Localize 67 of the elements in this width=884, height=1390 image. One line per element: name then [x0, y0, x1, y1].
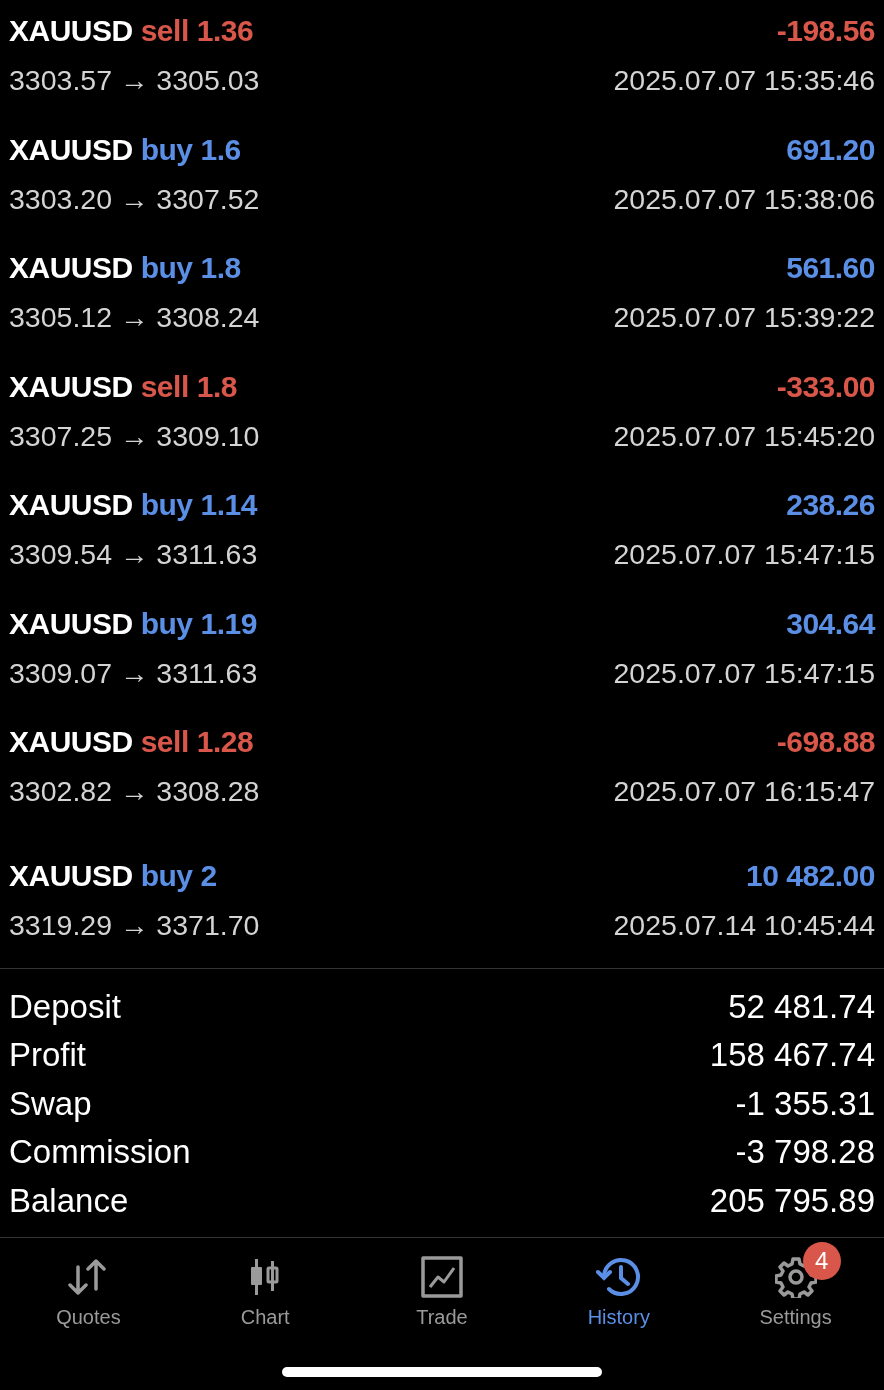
- profit: 238.26: [786, 488, 875, 522]
- tab[interactable]: Trade: [353, 1240, 531, 1333]
- prices: 3305.12 → 3308.24: [9, 301, 260, 334]
- deal-side: sell: [140, 725, 189, 759]
- line-chart-icon: [421, 1256, 463, 1298]
- summary-value: 205 795.89: [709, 1181, 875, 1220]
- deal-time: 2025.07.07 15:35:46: [613, 64, 875, 97]
- deal-side: buy: [140, 132, 193, 167]
- deal-time: 2025.07.07 15:38:06: [613, 182, 875, 216]
- profit: 304.64: [786, 606, 875, 641]
- summary-label: Profit: [9, 1036, 87, 1075]
- symbol: XAUUSD: [9, 858, 133, 893]
- prices: 3302.82 → 3308.28: [9, 775, 260, 808]
- tab[interactable]: History: [530, 1240, 708, 1333]
- deal-side: buy: [140, 251, 193, 285]
- summary-value: -3 798.28: [735, 1133, 875, 1172]
- deal-side: buy: [140, 606, 193, 641]
- volume: 1.36: [196, 14, 254, 48]
- gear-icon: [774, 1256, 817, 1298]
- volume: 1.19: [200, 606, 257, 641]
- deal-time: 2025.07.07 16:15:47: [613, 775, 875, 808]
- summary-value: -1 355.31: [735, 1084, 875, 1123]
- summary-label: Swap: [9, 1084, 92, 1123]
- notification-badge: 4: [802, 1242, 841, 1280]
- tab[interactable]: Quotes: [0, 1240, 177, 1333]
- summary-label: Commission: [9, 1133, 191, 1172]
- symbol: XAUUSD: [9, 14, 133, 48]
- profit: 691.20: [786, 132, 875, 167]
- symbol: XAUUSD: [9, 725, 133, 759]
- deal-time: 2025.07.07 15:47:15: [613, 538, 875, 571]
- summary-value: 158 467.74: [709, 1036, 875, 1075]
- volume: 2: [200, 858, 217, 893]
- summary-label: Balance: [9, 1181, 129, 1220]
- prices: 3309.54 → 3311.63: [9, 538, 258, 571]
- summary-label: Deposit: [9, 987, 121, 1026]
- symbol: XAUUSD: [9, 488, 133, 522]
- deal-time: 2025.07.07 15:45:20: [613, 419, 875, 453]
- summary-value: 52 481.74: [728, 987, 875, 1026]
- symbol: XAUUSD: [9, 606, 133, 641]
- profit: -333.00: [776, 369, 875, 404]
- prices: 3307.25 → 3309.10: [9, 419, 260, 453]
- profit: -198.56: [776, 14, 875, 48]
- prices: 3303.57 → 3305.03: [9, 64, 260, 97]
- profit: 10 482.00: [746, 858, 875, 893]
- symbol: XAUUSD: [9, 132, 133, 167]
- deal-time: 2025.07.07 15:47:15: [613, 656, 875, 690]
- deal-time: 2025.07.07 15:39:22: [613, 301, 875, 334]
- deal-side: sell: [140, 14, 189, 48]
- deal-side: buy: [140, 858, 193, 893]
- deal-side: buy: [140, 488, 193, 522]
- prices: 3309.07 → 3311.63: [9, 656, 258, 690]
- deal-side: sell: [140, 369, 189, 404]
- prices: 3319.29 → 3371.70: [9, 908, 260, 942]
- clock-history-icon: [595, 1256, 642, 1298]
- profit: -698.88: [776, 725, 875, 759]
- deal-time: 2025.07.14 10:45:44: [613, 908, 875, 942]
- volume: 1.8: [196, 369, 237, 404]
- tab[interactable]: 4 Settings: [707, 1240, 884, 1333]
- volume: 1.8: [200, 251, 241, 285]
- prices: 3303.20 → 3307.52: [9, 182, 260, 216]
- tab[interactable]: Chart: [176, 1240, 354, 1333]
- volume: 1.28: [196, 725, 254, 759]
- symbol: XAUUSD: [9, 369, 133, 404]
- symbol: XAUUSD: [9, 251, 133, 285]
- volume: 1.14: [200, 488, 257, 522]
- profit: 561.60: [786, 251, 875, 285]
- volume: 1.6: [200, 132, 241, 167]
